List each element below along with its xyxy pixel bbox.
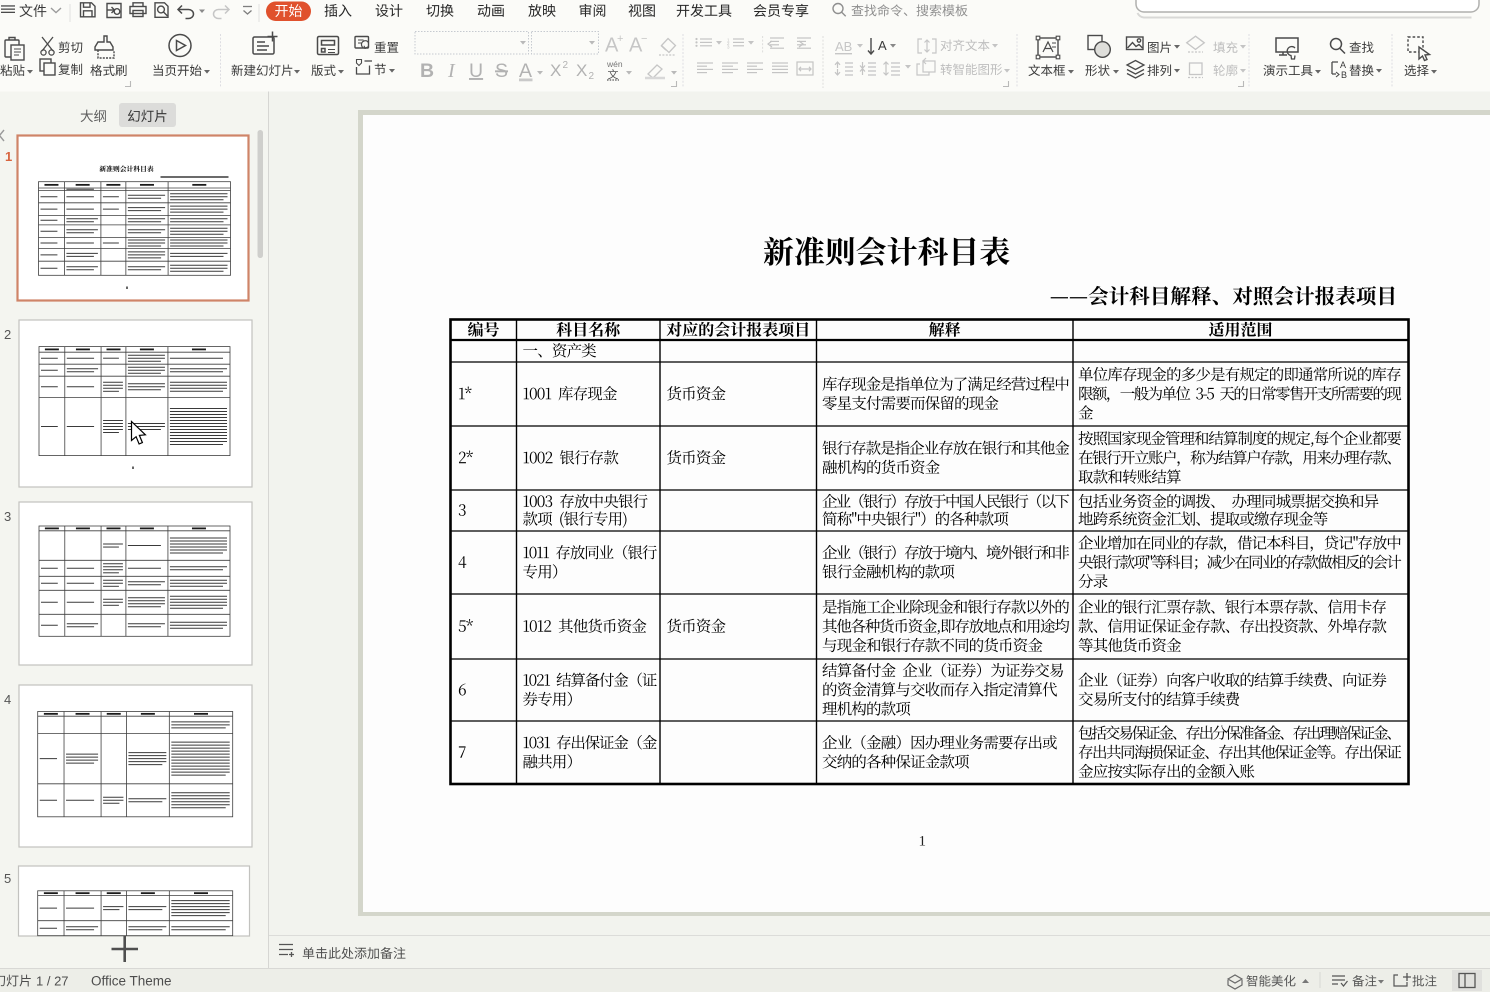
svg-text:S: S (495, 60, 508, 82)
svg-text:2: 2 (589, 71, 595, 82)
svg-text:AB: AB (835, 39, 852, 54)
svg-text:+: + (617, 33, 623, 45)
svg-text:X: X (550, 61, 561, 80)
svg-text:A: A (878, 38, 887, 53)
svg-text:1 / 27: 1 / 27 (36, 974, 69, 989)
svg-text:2: 2 (4, 327, 11, 342)
svg-text:A: A (1340, 60, 1346, 70)
svg-text:1: 1 (919, 834, 927, 850)
svg-text:3: 3 (4, 509, 11, 524)
svg-text:I: I (447, 60, 456, 82)
svg-text:B: B (1341, 70, 1347, 80)
svg-text:Office Theme: Office Theme (91, 974, 172, 989)
svg-text:B: B (420, 60, 434, 82)
svg-text:X: X (576, 61, 587, 80)
svg-text:−: − (641, 33, 647, 45)
svg-text:4: 4 (4, 692, 11, 707)
svg-text:1: 1 (5, 149, 12, 164)
svg-text:U: U (469, 60, 483, 82)
svg-text:wén: wén (606, 59, 623, 69)
svg-text:5: 5 (4, 871, 11, 886)
svg-text:2: 2 (563, 60, 569, 71)
